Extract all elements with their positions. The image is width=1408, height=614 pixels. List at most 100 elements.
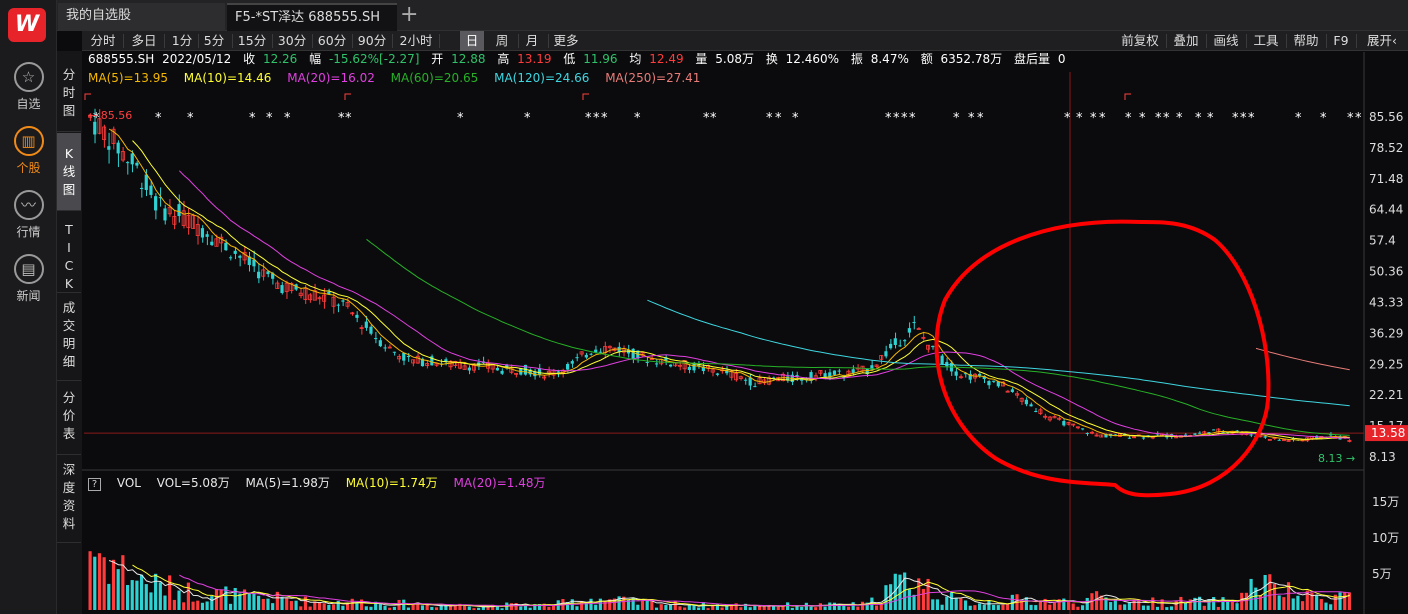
price-axis-label: 71.48 xyxy=(1369,172,1403,186)
candle-body xyxy=(954,371,958,376)
event-marker: * xyxy=(968,111,975,126)
price-axis-label: 50.36 xyxy=(1369,265,1403,279)
candle-body xyxy=(1010,389,1014,392)
event-bracket xyxy=(1124,93,1131,100)
candle-body xyxy=(851,369,855,373)
candle-body xyxy=(107,146,111,150)
event-marker: * xyxy=(1347,111,1354,126)
volume-bar xyxy=(205,601,209,610)
price-axis-label: 36.29 xyxy=(1369,326,1403,340)
candle-body xyxy=(1263,436,1267,438)
volume-bar xyxy=(285,598,289,610)
volume-bar xyxy=(228,603,233,610)
event-marker: * xyxy=(953,111,960,126)
volume-bar xyxy=(992,604,996,610)
volume-bar xyxy=(280,596,284,610)
volume-bar xyxy=(589,598,593,610)
candle-body xyxy=(1062,421,1066,426)
volume-axis-label: 5万 xyxy=(1372,567,1392,581)
candle-body xyxy=(1249,434,1253,436)
event-marker: * xyxy=(1355,111,1362,126)
candle-body xyxy=(889,343,893,349)
event-marker: * xyxy=(775,111,782,126)
volume-bar xyxy=(1085,597,1089,610)
volume-bar xyxy=(182,602,186,610)
low-value: 11.96 xyxy=(583,52,618,66)
volume-bar xyxy=(963,600,968,610)
event-marker: * xyxy=(585,111,592,126)
volume-bar xyxy=(790,607,794,610)
volume-bar xyxy=(640,600,645,610)
volume-bar xyxy=(125,585,130,610)
candle-body xyxy=(884,351,888,357)
volume-bar xyxy=(636,604,640,610)
candle-body xyxy=(912,322,916,324)
candle-body xyxy=(495,367,499,371)
volume-bar xyxy=(88,551,92,610)
volume-bar xyxy=(1268,574,1272,610)
volume-bar xyxy=(1282,597,1286,610)
candle-body xyxy=(654,363,659,365)
candle-body xyxy=(893,338,897,345)
volume-bar xyxy=(814,607,818,610)
volume-bar xyxy=(1151,597,1155,610)
open-value: 12.88 xyxy=(451,52,486,66)
volume-bar xyxy=(1118,604,1122,610)
volume-bar xyxy=(921,588,925,610)
candle-body xyxy=(907,328,911,333)
volume-bar xyxy=(996,605,1000,610)
vol-ma20-label: MA(20)=1.48万 xyxy=(453,476,546,490)
event-marker: * xyxy=(710,111,717,126)
price-axis-label: 85.56 xyxy=(1369,110,1403,124)
price-axis-label: 64.44 xyxy=(1369,203,1403,217)
event-marker: * xyxy=(1240,111,1247,126)
volume-bar xyxy=(266,598,270,610)
volume-bar xyxy=(1179,596,1183,610)
volume-bar xyxy=(116,569,120,610)
candle-body xyxy=(631,348,635,360)
volume-bar xyxy=(1216,606,1220,610)
volume-bar xyxy=(238,593,242,610)
volume-bar xyxy=(1277,595,1281,610)
ma-line-ma20 xyxy=(178,170,1350,439)
amount-label: 额 xyxy=(920,52,933,66)
low-price-marker: 8.13 → xyxy=(1318,452,1355,465)
volume-bar xyxy=(1235,603,1239,610)
volume-axis-label: 15万 xyxy=(1372,495,1399,509)
candle-body xyxy=(163,208,167,221)
event-marker: * xyxy=(977,111,984,126)
help-icon[interactable]: ? xyxy=(88,478,101,491)
volume-bar xyxy=(968,605,972,610)
volume-bar xyxy=(1132,599,1136,610)
candle-body xyxy=(224,242,228,251)
volume-bar xyxy=(931,599,935,610)
volume-ma-line xyxy=(132,564,1350,607)
amplitude-value: 8.47% xyxy=(870,52,909,66)
volume-bar xyxy=(669,604,673,610)
volume-bar xyxy=(158,582,162,610)
volume-bar xyxy=(786,602,790,610)
candle-body xyxy=(748,377,752,386)
ma-line-ma120 xyxy=(647,299,1350,407)
close-value: 12.26 xyxy=(262,52,298,66)
event-marker: * xyxy=(593,111,600,126)
volume-bar xyxy=(1146,605,1150,610)
kline-chart[interactable]: 85.56 78.52 71.48 64.44 57.4 50.36 43.33 36.29 2… xyxy=(0,0,1408,614)
event-marker: * xyxy=(1076,111,1083,126)
candle-body xyxy=(374,338,378,340)
candle-body xyxy=(341,300,345,302)
volume-bar xyxy=(139,574,144,610)
candle-body xyxy=(378,340,382,347)
volume-bar xyxy=(149,592,153,610)
volume-bar xyxy=(959,598,963,610)
candle-body xyxy=(116,142,120,154)
price-axis-label: 43.33 xyxy=(1369,295,1403,309)
candle-body xyxy=(1198,432,1202,434)
candle-body xyxy=(1024,399,1028,405)
volume-bar xyxy=(846,606,851,610)
candle-body xyxy=(135,162,139,166)
volume-bar xyxy=(645,600,649,610)
volume-bar xyxy=(1071,603,1075,610)
candle-body xyxy=(1212,429,1216,431)
volume-bar xyxy=(93,556,97,610)
